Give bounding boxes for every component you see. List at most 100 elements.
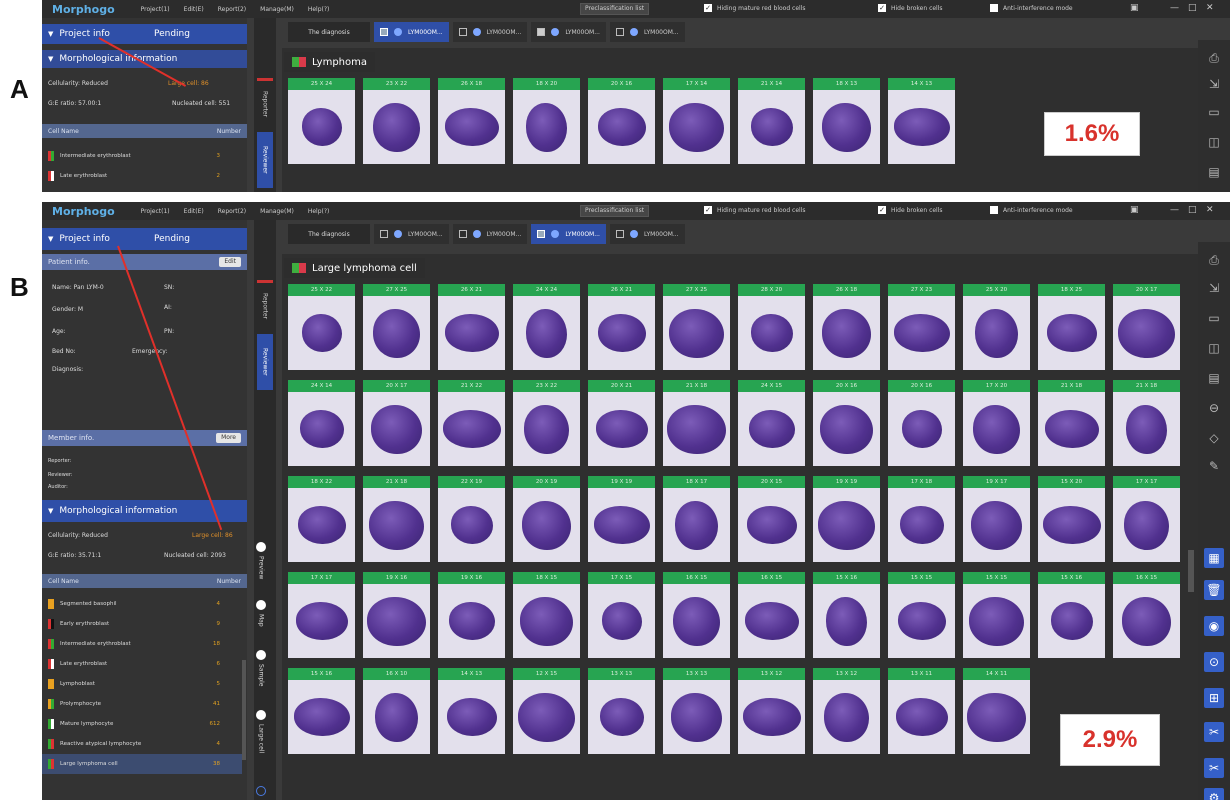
tab-case-2[interactable]: LYM00OM...: [452, 224, 528, 244]
edit-button[interactable]: Edit: [219, 257, 241, 267]
cell-tile[interactable]: 18 X 22: [288, 476, 355, 562]
cell-tile[interactable]: 15 X 15: [963, 572, 1030, 658]
cell-row[interactable]: Late erythroblast 6: [42, 654, 242, 674]
menu-help[interactable]: Help(?): [308, 208, 330, 215]
radio-sample[interactable]: Sample: [256, 650, 266, 687]
cell-tile[interactable]: 17 X 14: [663, 78, 730, 164]
tab-reviewer[interactable]: Reviewer: [257, 132, 273, 188]
radio-preview[interactable]: Preview: [256, 542, 266, 579]
split-view-icon[interactable]: ◫: [1204, 338, 1224, 358]
gallery-icon[interactable]: ▦: [1204, 548, 1224, 568]
cell-tile[interactable]: 15 X 16: [288, 668, 355, 754]
cell-tile[interactable]: 21 X 18: [363, 476, 430, 562]
maximize-icon[interactable]: □: [1188, 3, 1197, 13]
menu-help[interactable]: Help(?): [308, 6, 330, 13]
cell-tile[interactable]: 18 X 15: [513, 572, 580, 658]
cell-tile[interactable]: 23 X 22: [363, 78, 430, 164]
cell-tile[interactable]: 13 X 11: [888, 668, 955, 754]
print-icon[interactable]: ⎙: [1204, 48, 1224, 68]
export-icon[interactable]: ⇲: [1204, 74, 1224, 94]
hide-rbc-checkbox[interactable]: ✓ Hiding mature red blood cells: [704, 4, 806, 12]
cell-tile[interactable]: 13 X 12: [738, 668, 805, 754]
project-info-header[interactable]: ▼ Project info Pending: [42, 24, 247, 44]
cell-tile[interactable]: 17 X 17: [288, 572, 355, 658]
cell-tile[interactable]: 20 X 19: [513, 476, 580, 562]
message-icon[interactable]: ▭: [1204, 102, 1224, 122]
anti-interference-checkbox[interactable]: Anti-interference mode: [990, 4, 1073, 12]
tab-diagnosis[interactable]: The diagnosis: [288, 22, 370, 42]
cell-tile[interactable]: 25 X 20: [963, 284, 1030, 370]
cell-tile[interactable]: 25 X 22: [288, 284, 355, 370]
menu-report[interactable]: Report(2): [218, 208, 246, 215]
cell-tile[interactable]: 26 X 21: [588, 284, 655, 370]
cell-tile[interactable]: 24 X 24: [513, 284, 580, 370]
hide-rbc-checkbox[interactable]: ✓ Hiding mature red blood cells: [704, 206, 806, 214]
tab-diagnosis[interactable]: The diagnosis: [288, 224, 370, 244]
gallery-scrollbar[interactable]: [1188, 550, 1194, 592]
tab-case-1[interactable]: LYM00OM...: [374, 224, 449, 244]
minimize-icon[interactable]: —: [1170, 3, 1179, 13]
cell-tile[interactable]: 17 X 20: [963, 380, 1030, 466]
export-icon[interactable]: ⇲: [1204, 278, 1224, 298]
anti-interference-checkbox[interactable]: Anti-interference mode: [990, 206, 1073, 214]
tab-reviewer[interactable]: Reviewer: [257, 334, 273, 390]
cell-row[interactable]: Prolymphocyte 41: [42, 694, 242, 714]
tab-case-3[interactable]: LYM00OM...: [531, 22, 606, 42]
cell-tile[interactable]: 12 X 15: [513, 668, 580, 754]
preclassification-button[interactable]: Preclassification list: [580, 3, 650, 15]
zoom-icon[interactable]: ⊙: [1204, 652, 1224, 672]
cell-tile[interactable]: 28 X 20: [738, 284, 805, 370]
cell-tile[interactable]: 14 X 13: [888, 78, 955, 164]
cell-row[interactable]: Intermediate erythroblast 18: [42, 634, 242, 654]
menu-manage[interactable]: Manage(M): [260, 6, 294, 13]
cell-tile[interactable]: 24 X 14: [288, 380, 355, 466]
menu-edit[interactable]: Edit(E): [184, 6, 204, 13]
cell-tile[interactable]: 19 X 17: [963, 476, 1030, 562]
cell-tile[interactable]: 19 X 16: [438, 572, 505, 658]
tab-case-4[interactable]: LYM00OM...: [609, 224, 685, 244]
cell-tile[interactable]: 23 X 22: [513, 380, 580, 466]
cell-tile[interactable]: 16 X 15: [1113, 572, 1180, 658]
menu-project[interactable]: Project(1): [141, 208, 170, 215]
split-view-icon[interactable]: ◫: [1204, 132, 1224, 152]
eraser-icon[interactable]: ◇: [1204, 428, 1224, 448]
cell-tile[interactable]: 15 X 16: [1038, 572, 1105, 658]
hide-broken-checkbox[interactable]: ✓ Hide broken cells: [878, 4, 943, 12]
notes-icon[interactable]: ▣: [1130, 3, 1139, 13]
report-icon[interactable]: ▤: [1204, 162, 1224, 182]
tab-reporter[interactable]: Reporter: [257, 280, 273, 330]
tab-case-4[interactable]: LYM00OM...: [609, 22, 685, 42]
cell-tile[interactable]: 20 X 21: [588, 380, 655, 466]
cell-tile[interactable]: 20 X 17: [1113, 284, 1180, 370]
cell-tile[interactable]: 21 X 22: [438, 380, 505, 466]
menu-manage[interactable]: Manage(M): [260, 208, 294, 215]
cell-tile[interactable]: 20 X 16: [588, 78, 655, 164]
cell-tile[interactable]: 13 X 12: [813, 668, 880, 754]
edit-icon[interactable]: ✎: [1204, 456, 1224, 476]
cell-tile[interactable]: 19 X 19: [813, 476, 880, 562]
notes-icon[interactable]: ▣: [1130, 205, 1139, 215]
maximize-icon[interactable]: □: [1188, 205, 1197, 215]
cell-row[interactable]: Intermediate erythroblast 3: [42, 146, 242, 166]
morph-info-header[interactable]: ▼ Morphological information: [42, 50, 247, 68]
radio-large-cell[interactable]: Large cell: [256, 710, 266, 753]
tab-case-2[interactable]: LYM00OM...: [452, 22, 528, 42]
cell-row[interactable]: Early erythroblast 9: [42, 614, 242, 634]
cell-tile[interactable]: 26 X 21: [438, 284, 505, 370]
cell-tile[interactable]: 24 X 15: [738, 380, 805, 466]
cell-tile[interactable]: 26 X 18: [438, 78, 505, 164]
cell-tile[interactable]: 16 X 10: [363, 668, 430, 754]
cell-tile[interactable]: 13 X 13: [588, 668, 655, 754]
grid-icon[interactable]: ⊞: [1204, 688, 1224, 708]
close-icon[interactable]: ✕: [1206, 205, 1214, 215]
cell-tile[interactable]: 19 X 16: [363, 572, 430, 658]
cell-tile[interactable]: 21 X 18: [1113, 380, 1180, 466]
preclassification-button[interactable]: Preclassification list: [580, 205, 650, 217]
cell-tile[interactable]: 22 X 19: [438, 476, 505, 562]
cell-tile[interactable]: 18 X 20: [513, 78, 580, 164]
close-icon[interactable]: ✕: [1206, 3, 1214, 13]
cell-tile[interactable]: 25 X 24: [288, 78, 355, 164]
cell-row[interactable]: Mature lymphocyte 612: [42, 714, 242, 734]
cell-tile[interactable]: 21 X 18: [1038, 380, 1105, 466]
tab-case-1[interactable]: LYM00OM...: [374, 22, 449, 42]
